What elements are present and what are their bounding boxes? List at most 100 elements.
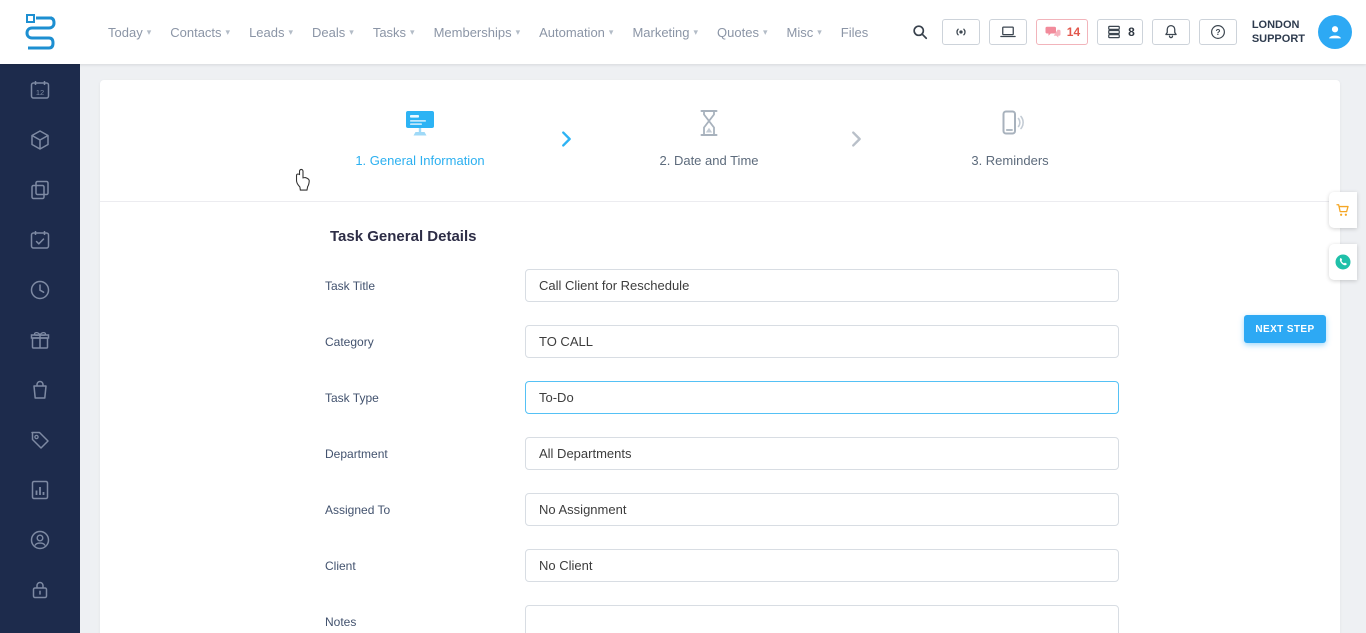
chevron-down-icon: ▾ <box>226 27 231 38</box>
left-sidebar: 12 <box>0 64 80 633</box>
sidebar-item-bookings[interactable] <box>28 228 52 252</box>
products-cube-icon <box>28 128 52 152</box>
stack-icon <box>1105 23 1123 41</box>
sidebar-item-calendar[interactable]: 12 <box>28 78 52 102</box>
report-chart-icon <box>28 478 52 502</box>
calendar-icon: 12 <box>28 78 52 102</box>
notifications-button[interactable] <box>1152 19 1190 45</box>
header-actions: 14 8 ? <box>907 15 1352 49</box>
top-header: Today▾ Contacts▾ Leads▾ Deals▾ Tasks▾ Me… <box>0 0 1366 64</box>
form-row-task-type: Task Type <box>325 381 1340 414</box>
account-name-line1: LONDON <box>1252 18 1305 32</box>
nav-item-files[interactable]: Files <box>841 25 868 40</box>
nav-item-contacts[interactable]: Contacts ▾ <box>170 25 230 40</box>
gift-icon <box>28 328 52 352</box>
phone-alert-icon <box>993 106 1027 140</box>
wizard-step-date-and-time[interactable]: 2. Date and Time <box>599 106 819 168</box>
tag-icon <box>28 428 52 452</box>
nav-label: Memberships <box>434 25 512 40</box>
wizard-step-label: 3. Reminders <box>971 153 1048 168</box>
nav-item-today[interactable]: Today▾ <box>108 25 151 40</box>
chevron-down-icon: ▾ <box>349 27 354 38</box>
bookings-calendar-icon <box>28 228 52 252</box>
chat-notifications-button[interactable]: 14 <box>1036 19 1088 45</box>
chat-bubbles-icon <box>1044 23 1062 41</box>
search-icon <box>910 22 930 42</box>
chevron-down-icon: ▾ <box>763 27 768 38</box>
nav-label: Contacts <box>170 25 221 40</box>
nav-item-automation[interactable]: Automation▾ <box>539 25 613 40</box>
app-logo[interactable] <box>18 10 62 54</box>
wizard-step-general-information[interactable]: 1. General Information <box>310 106 530 168</box>
whatsapp-quick-button[interactable] <box>1329 244 1357 280</box>
notes-textarea[interactable] <box>525 605 1119 633</box>
form-row-category: Category <box>325 325 1340 358</box>
nav-label: Marketing <box>632 25 689 40</box>
form-row-notes: Notes <box>325 605 1340 633</box>
sidebar-item-history[interactable] <box>28 278 52 302</box>
nav-item-quotes[interactable]: Quotes▾ <box>717 25 767 40</box>
field-label: Notes <box>325 605 525 629</box>
stack-notifications-button[interactable]: 8 <box>1097 19 1143 45</box>
sidebar-item-pages[interactable] <box>28 178 52 202</box>
chevron-right-icon <box>555 128 577 150</box>
chevron-down-icon: ▾ <box>410 27 415 38</box>
inbox-button[interactable] <box>989 19 1027 45</box>
assigned-to-input[interactable] <box>525 493 1119 526</box>
task-type-input[interactable] <box>525 381 1119 414</box>
sidebar-item-security[interactable] <box>28 578 52 602</box>
client-input[interactable] <box>525 549 1119 582</box>
department-input[interactable] <box>525 437 1119 470</box>
broadcast-icon <box>952 23 970 41</box>
nav-label: Misc <box>787 25 814 40</box>
wizard-step-label: 1. General Information <box>355 153 484 168</box>
app-window: Today▾ Contacts▾ Leads▾ Deals▾ Tasks▾ Me… <box>0 0 1366 633</box>
bell-icon <box>1162 23 1180 41</box>
chat-count-badge: 14 <box>1067 25 1080 39</box>
field-label: Category <box>325 335 525 349</box>
task-wizard-card: 1. General Information 2. Date and Time <box>100 80 1340 633</box>
stack-count-badge: 8 <box>1128 25 1135 39</box>
sidebar-item-tags[interactable] <box>28 428 52 452</box>
chevron-right-icon <box>845 128 867 150</box>
nav-item-leads[interactable]: Leads▾ <box>249 25 293 40</box>
nav-label: Today <box>108 25 143 40</box>
broadcast-button[interactable] <box>942 19 980 45</box>
nav-item-misc[interactable]: Misc▾ <box>787 25 822 40</box>
chevron-down-icon: ▾ <box>817 27 822 38</box>
clients-user-icon <box>28 528 52 552</box>
sidebar-item-clients[interactable] <box>28 528 52 552</box>
field-label: Task Type <box>325 391 525 405</box>
sidebar-item-shop[interactable] <box>28 378 52 402</box>
category-input[interactable] <box>525 325 1119 358</box>
sidebar-item-gifts[interactable] <box>28 328 52 352</box>
person-icon <box>1324 21 1346 43</box>
help-button[interactable]: ? <box>1199 19 1237 45</box>
nav-item-deals[interactable]: Deals▾ <box>312 25 354 40</box>
next-step-button[interactable]: NEXT STEP <box>1244 315 1326 343</box>
wizard-step-reminders[interactable]: 3. Reminders <box>900 106 1120 168</box>
form-row-task-title: Task Title <box>325 269 1340 302</box>
nav-item-tasks[interactable]: Tasks▾ <box>373 25 415 40</box>
sidebar-item-reports[interactable] <box>28 478 52 502</box>
main-nav: Today▾ Contacts▾ Leads▾ Deals▾ Tasks▾ Me… <box>108 25 868 40</box>
field-label: Assigned To <box>325 503 525 517</box>
nav-item-memberships[interactable]: Memberships▾ <box>434 25 521 40</box>
sidebar-item-products[interactable] <box>28 128 52 152</box>
user-avatar[interactable] <box>1318 15 1352 49</box>
whatsapp-icon <box>1333 252 1353 272</box>
form-row-client: Client <box>325 549 1340 582</box>
search-button[interactable] <box>907 19 933 45</box>
security-lock-icon <box>28 578 52 602</box>
logo-icon <box>20 12 60 52</box>
cart-quick-button[interactable] <box>1329 192 1357 228</box>
edge-quick-actions <box>1329 192 1357 280</box>
nav-item-marketing[interactable]: Marketing▾ <box>632 25 698 40</box>
monitor-icon <box>403 106 437 140</box>
account-name-line2: SUPPORT <box>1252 32 1305 46</box>
nav-label: Automation <box>539 25 605 40</box>
svg-text:?: ? <box>1215 28 1220 37</box>
task-general-form: Task General Details Task Title Category… <box>100 202 1340 633</box>
help-icon: ? <box>1209 23 1227 41</box>
task-title-input[interactable] <box>525 269 1119 302</box>
